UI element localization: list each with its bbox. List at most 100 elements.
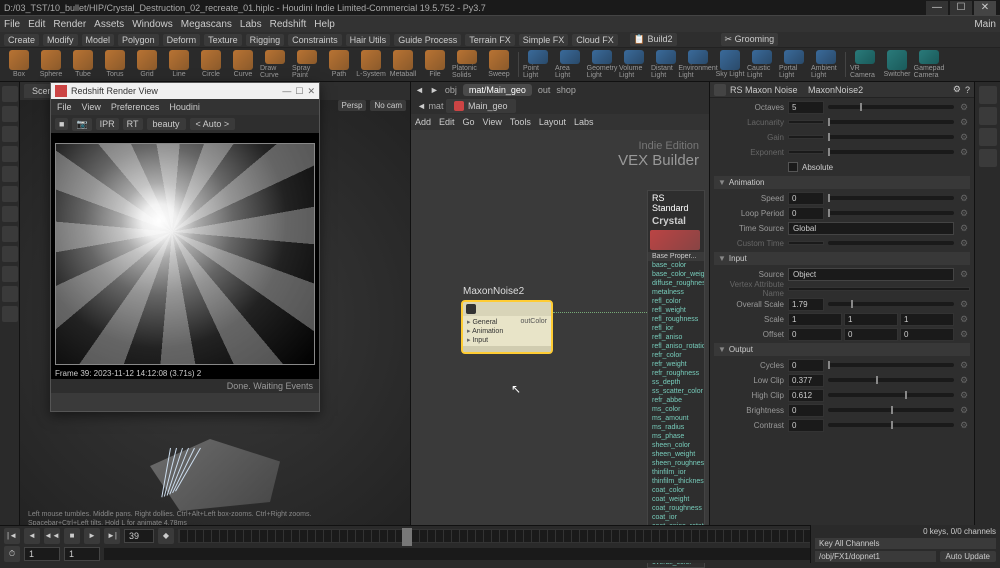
menu-megascans[interactable]: Megascans [181, 19, 232, 30]
gear-icon[interactable]: ⚙ [958, 208, 970, 219]
input-section[interactable]: Input [714, 252, 970, 265]
lacunarity-slider[interactable] [828, 120, 954, 124]
render-canvas[interactable]: Frame 39: 2023-11-12 14:12:08 (3.71s) 2 … [51, 133, 319, 393]
node-menu-labs[interactable]: Labs [574, 117, 594, 127]
node-menu-edit[interactable]: Edit [439, 117, 455, 127]
rs-param-refr_weight[interactable]: refr_weight [648, 360, 704, 369]
shelf-torus[interactable]: Torus [100, 50, 130, 79]
rs-param-refl_ior[interactable]: refl_ior [648, 324, 704, 333]
render-min-button[interactable]: — [282, 86, 291, 97]
render-close-button[interactable]: ✕ [307, 86, 315, 97]
render-menu-houdini[interactable]: Houdini [169, 102, 200, 112]
param-help-icon[interactable]: ? [965, 85, 970, 95]
view-tool[interactable] [2, 246, 18, 262]
auto-update-button[interactable]: Auto Update [940, 551, 996, 562]
render-tool[interactable] [2, 266, 18, 282]
auto-dropdown[interactable]: < Auto > [190, 118, 236, 130]
shelf-tab[interactable]: Guide Process [394, 34, 461, 46]
rs-param-sheen_color[interactable]: sheen_color [648, 441, 704, 450]
shelf-distantlight[interactable]: Distant Light [651, 50, 681, 79]
gear-icon[interactable]: ⚙ [958, 147, 970, 158]
shelf-path[interactable]: Path [324, 50, 354, 79]
node-menu-tools[interactable]: Tools [510, 117, 531, 127]
shelf-tab[interactable]: Hair Utils [346, 34, 391, 46]
gear-icon[interactable]: ⚙ [958, 375, 970, 386]
shelf-platonic[interactable]: Platonic Solids [452, 50, 482, 79]
close-button[interactable]: ✕ [974, 1, 996, 15]
menu-file[interactable]: File [4, 19, 20, 30]
shelf-envlight[interactable]: Environment Light [683, 50, 713, 79]
rs-param-refr_roughness[interactable]: refr_roughness [648, 369, 704, 378]
pane-icon[interactable] [979, 86, 997, 104]
rs-param-metalness[interactable]: metalness [648, 288, 704, 297]
offset-y[interactable]: 0 [844, 328, 898, 341]
offset-z[interactable]: 0 [900, 328, 954, 341]
offset-x[interactable]: 0 [788, 328, 842, 341]
rs-param-refr_abbe[interactable]: refr_abbe [648, 396, 704, 405]
camera-dropdown[interactable]: No cam [370, 100, 406, 111]
magnet-tool[interactable] [2, 226, 18, 242]
shelf-vollight[interactable]: Volume Light [619, 50, 649, 79]
menu-windows[interactable]: Windows [132, 19, 173, 30]
exponent-field[interactable] [788, 150, 824, 154]
shelf-tab[interactable]: Simple FX [519, 34, 569, 46]
shelf-metaball[interactable]: Metaball [388, 50, 418, 79]
gear-icon[interactable]: ⚙ [958, 420, 970, 431]
node-menu-go[interactable]: Go [463, 117, 475, 127]
custom-time-field[interactable] [788, 241, 824, 245]
current-frame-field[interactable]: 39 [124, 529, 154, 543]
shelf-gamepad[interactable]: Gamepad Camera [914, 50, 944, 79]
lacunarity-field[interactable] [788, 120, 824, 124]
rs-param-coat_weight[interactable]: coat_weight [648, 495, 704, 504]
source-dropdown[interactable]: Object [788, 268, 954, 281]
shelf-box[interactable]: Box [4, 50, 34, 79]
rs-param-refr_color[interactable]: refr_color [648, 351, 704, 360]
shelf-sphere[interactable]: Sphere [36, 50, 66, 79]
cook-path[interactable]: /obj/FX1/dopnet1 [815, 551, 936, 562]
rs-param-base_color_weight[interactable]: base_color_weight [648, 270, 704, 279]
vertex-attr-field[interactable] [788, 287, 970, 291]
maxon-noise-node[interactable]: MaxonNoise2 General Animation Input outC… [461, 300, 553, 354]
menu-labs[interactable]: Labs [240, 19, 262, 30]
path-obj[interactable]: obj [445, 85, 457, 95]
octaves-slider[interactable] [828, 105, 954, 109]
scale-tool[interactable] [2, 146, 18, 162]
render-menu-file[interactable]: File [57, 102, 72, 112]
loop-period-slider[interactable] [828, 211, 954, 215]
rs-material-swatch[interactable] [650, 230, 700, 250]
rs-param-refl_aniso_rotation[interactable]: refl_aniso_rotation [648, 342, 704, 351]
shelf-tab[interactable]: Modify [43, 34, 78, 46]
render-menu-view[interactable]: View [82, 102, 101, 112]
shelf-tab[interactable]: Deform [163, 34, 201, 46]
nav-back-icon[interactable]: ◄ [415, 85, 424, 95]
gear-icon[interactable]: ⚙ [958, 117, 970, 128]
brush-tool[interactable] [2, 186, 18, 202]
play-start-button[interactable]: |◄ [4, 528, 20, 544]
redshift-render-view[interactable]: Redshift Render View — ☐ ✕ File View Pre… [50, 82, 320, 412]
high-clip-slider[interactable] [828, 393, 954, 397]
rs-param-ms_phase[interactable]: ms_phase [648, 432, 704, 441]
render-max-button[interactable]: ☐ [295, 86, 303, 97]
menu-redshift[interactable]: Redshift [270, 19, 307, 30]
rs-param-ms_radius[interactable]: ms_radius [648, 423, 704, 432]
playhead[interactable] [402, 528, 412, 546]
snap-tool[interactable] [2, 206, 18, 222]
gear-icon[interactable]: ⚙ [958, 132, 970, 143]
shelf-spraypaint[interactable]: Spray Paint [292, 50, 322, 79]
shelf-tab[interactable]: Rigging [246, 34, 285, 46]
speed-field[interactable]: 0 [788, 192, 824, 205]
octaves-field[interactable]: 5 [788, 101, 824, 114]
shelf-grid[interactable]: Grid [132, 50, 162, 79]
shelf-causticlight[interactable]: Caustic Light [747, 50, 777, 79]
start-frame-field[interactable]: 1 [24, 547, 60, 561]
play-button[interactable]: ► [84, 528, 100, 544]
shelf-tube[interactable]: Tube [68, 50, 98, 79]
scale-y[interactable]: 1 [844, 313, 898, 326]
gear-icon[interactable]: ⚙ [958, 193, 970, 204]
brightness-field[interactable]: 0 [788, 404, 824, 417]
node-input-animation[interactable]: Animation [467, 327, 503, 335]
shelf-tab[interactable]: Create [4, 34, 39, 46]
pane-icon[interactable] [979, 149, 997, 167]
rs-param-sheen_roughness[interactable]: sheen_roughness [648, 459, 704, 468]
transform-tool[interactable] [2, 166, 18, 182]
